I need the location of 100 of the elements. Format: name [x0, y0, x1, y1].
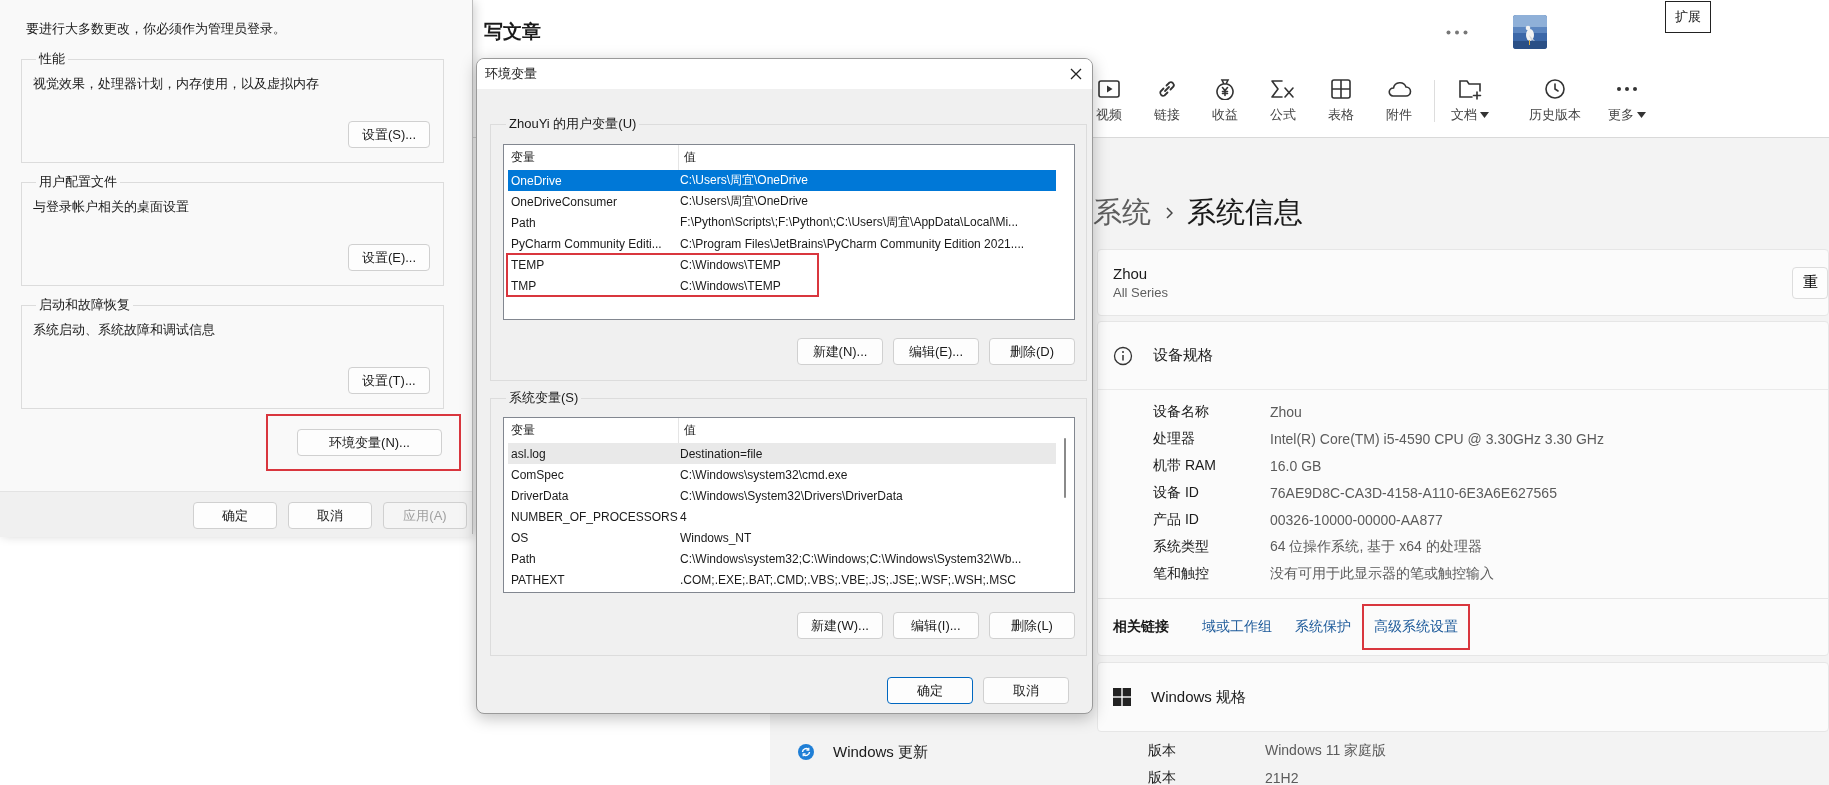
more-icon[interactable] [1446, 29, 1468, 35]
toolbar-button[interactable]: 公式 [1254, 77, 1312, 124]
list-row[interactable]: Path F:\Python\Scripts\;F:\Python\;C:\Users\周宜\AppData\Local\Mi... [508, 212, 1056, 233]
toolbar-button[interactable]: 更多 [1598, 77, 1656, 124]
dialog-title: 环境变量 [485, 65, 537, 83]
list-row[interactable]: TMP C:\Windows\TEMP [508, 275, 1056, 296]
variable-name: Path [510, 551, 537, 566]
group-title: 性能 [38, 51, 66, 67]
section-title: 设备规格 [1153, 346, 1213, 365]
dialog-button[interactable]: 删除(D) [989, 338, 1075, 365]
spec-label: 设备名称 [1153, 402, 1210, 421]
spec-label: 设备 ID [1153, 483, 1200, 502]
list-row[interactable]: PATHEXT .COM;.EXE;.BAT;.CMD;.VBS;.VBE;.JS;.JSE;.WSF;.WSH;.MSC [508, 569, 1056, 590]
link-icon [1156, 78, 1178, 100]
spec-label: 系统类型 [1153, 537, 1210, 556]
group-description: 系统启动、系统故障和调试信息 [33, 323, 216, 337]
toolbar-button[interactable]: 历史版本 [1515, 77, 1595, 124]
list-row[interactable]: asl.log Destination=file [508, 443, 1056, 464]
list-row[interactable]: ComSpec C:\Windows\system32\cmd.exe [508, 464, 1056, 485]
toolbar-button[interactable]: 收益 [1196, 77, 1254, 124]
variable-value: C:\Windows\TEMP [679, 278, 782, 293]
toolbar-button[interactable]: 文档 [1441, 77, 1499, 124]
update-icon [798, 744, 814, 760]
dialog-button[interactable]: 编辑(E)... [893, 338, 979, 365]
spec-value: 00326-10000-00000-AA877 [1270, 511, 1443, 528]
variable-value: 4 [679, 509, 688, 524]
settings-button[interactable]: 设置(E)... [348, 244, 430, 271]
spec-label: 产品 ID [1153, 510, 1200, 529]
spec-value: Intel(R) Core(TM) i5-4590 CPU @ 3.30GHz 3.30 GHz [1270, 430, 1604, 447]
spec-label: 版本 [1148, 741, 1177, 760]
tooltip: 扩展 [1665, 1, 1711, 33]
list-row[interactable]: OneDriveConsumer C:\Users\周宜\OneDrive [508, 191, 1056, 212]
breadcrumb-link[interactable]: 系统 [1093, 193, 1151, 233]
link[interactable]: 高级系统设置 [1362, 604, 1470, 650]
variable-value: .COM;.EXE;.BAT;.CMD;.VBS;.VBE;.JS;.JSE;.WSF;.WSH;.MSC [679, 572, 1017, 587]
group-title: ZhouYi 的用户变量(U) [508, 116, 638, 132]
spec-value: Zhou [1270, 403, 1302, 420]
link[interactable]: 系统保护 [1283, 604, 1363, 650]
variable-name: PyCharm Community Editi... [510, 236, 663, 251]
variable-name: DriverData [510, 488, 570, 503]
settings-button[interactable]: 设置(T)... [348, 367, 430, 394]
variable-name: asl.log [510, 446, 547, 461]
variable-value: Windows_NT [679, 530, 753, 545]
list-row[interactable]: NUMBER_OF_PROCESSORS 4 [508, 506, 1056, 527]
variable-name: NUMBER_OF_PROCESSORS [510, 509, 678, 524]
link[interactable]: 域或工作组 [1190, 604, 1284, 650]
column-header[interactable]: 变量 [508, 418, 678, 443]
dialog-button[interactable]: 删除(L) [989, 612, 1075, 639]
toolbar-button[interactable]: 附件 [1370, 77, 1428, 124]
more-icon [1616, 86, 1638, 92]
info-icon [1113, 345, 1133, 366]
variable-name: OS [510, 530, 530, 545]
dialog-button[interactable]: 确定 [887, 677, 973, 704]
group-description: 与登录帐户相关的桌面设置 [33, 200, 190, 214]
toolbar-button[interactable]: 表格 [1312, 77, 1370, 124]
dialog-button[interactable]: 取消 [288, 502, 372, 529]
scrollbar[interactable] [1064, 438, 1066, 498]
money-bag-icon [1214, 78, 1236, 100]
variable-name: TMP [510, 278, 538, 293]
spec-value: 21H2 [1265, 769, 1299, 785]
variable-name: TEMP [510, 257, 546, 272]
variable-name: PATHEXT [510, 572, 566, 587]
spec-value: 没有可用于此显示器的笔或触控输入 [1270, 564, 1494, 583]
spec-label: 处理器 [1153, 429, 1196, 448]
spec-label: 笔和触控 [1153, 564, 1210, 583]
variable-value: C:\Windows\TEMP [679, 257, 782, 272]
toolbar-button[interactable]: 视频 [1080, 77, 1138, 124]
device-model: All Series [1113, 285, 1168, 300]
variable-value: F:\Python\Scripts\;F:\Python\;C:\Users\周宜\AppData\Local\Mi... [679, 214, 1020, 231]
chevron-icon [1165, 207, 1173, 219]
list-row[interactable]: TEMP C:\Windows\TEMP [508, 254, 1056, 275]
dialog-button[interactable]: 编辑(I)... [893, 612, 979, 639]
list-row[interactable]: Path C:\Windows\system32;C:\Windows;C:\Windows\System32\Wb... [508, 548, 1056, 569]
nav-label: Windows 更新 [833, 742, 929, 762]
related-links-label: 相关链接 [1113, 618, 1169, 636]
variable-name: OneDriveConsumer [510, 194, 619, 209]
nav-item[interactable]: Windows 更新 [770, 733, 1093, 771]
dialog-button[interactable]: 新建(W)... [797, 612, 883, 639]
spec-value: 76AE9D8C-CA3D-4158-A110-6E3A6E627565 [1270, 484, 1557, 501]
dialog-button[interactable]: 新建(N)... [797, 338, 883, 365]
list-row[interactable]: OS Windows_NT [508, 527, 1056, 548]
list-row[interactable]: DriverData C:\Windows\System32\Drivers\DriverData [508, 485, 1056, 506]
spec-value: Windows 11 家庭版 [1265, 741, 1387, 760]
toolbar-button[interactable]: 链接 [1138, 77, 1196, 124]
group-title: 系统变量(S) [508, 390, 580, 406]
video-icon [1098, 79, 1120, 99]
close-icon[interactable] [1070, 68, 1082, 80]
environment-variables-button[interactable]: 环境变量(N)... [297, 429, 442, 456]
settings-button[interactable]: 设置(S)... [348, 121, 430, 148]
variable-value: C:\Users\周宜\OneDrive [679, 193, 810, 210]
list-row[interactable]: PyCharm Community Editi... C:\Program Files\JetBrains\PyCharm Community Edition 2021.... [508, 233, 1056, 254]
dialog-button[interactable]: 取消 [983, 677, 1069, 704]
list-row[interactable]: OneDrive C:\Users\周宜\OneDrive [508, 170, 1056, 191]
column-header[interactable]: 变量 [508, 145, 678, 170]
cloud-icon [1386, 79, 1412, 99]
dialog-button[interactable]: 确定 [193, 502, 277, 529]
variable-name: ComSpec [510, 467, 565, 482]
spec-value: 16.0 GB [1270, 457, 1322, 474]
rename-button[interactable]: 重 [1792, 266, 1828, 299]
variable-value: C:\Program Files\JetBrains\PyCharm Community Edition 2021.... [679, 236, 1026, 251]
